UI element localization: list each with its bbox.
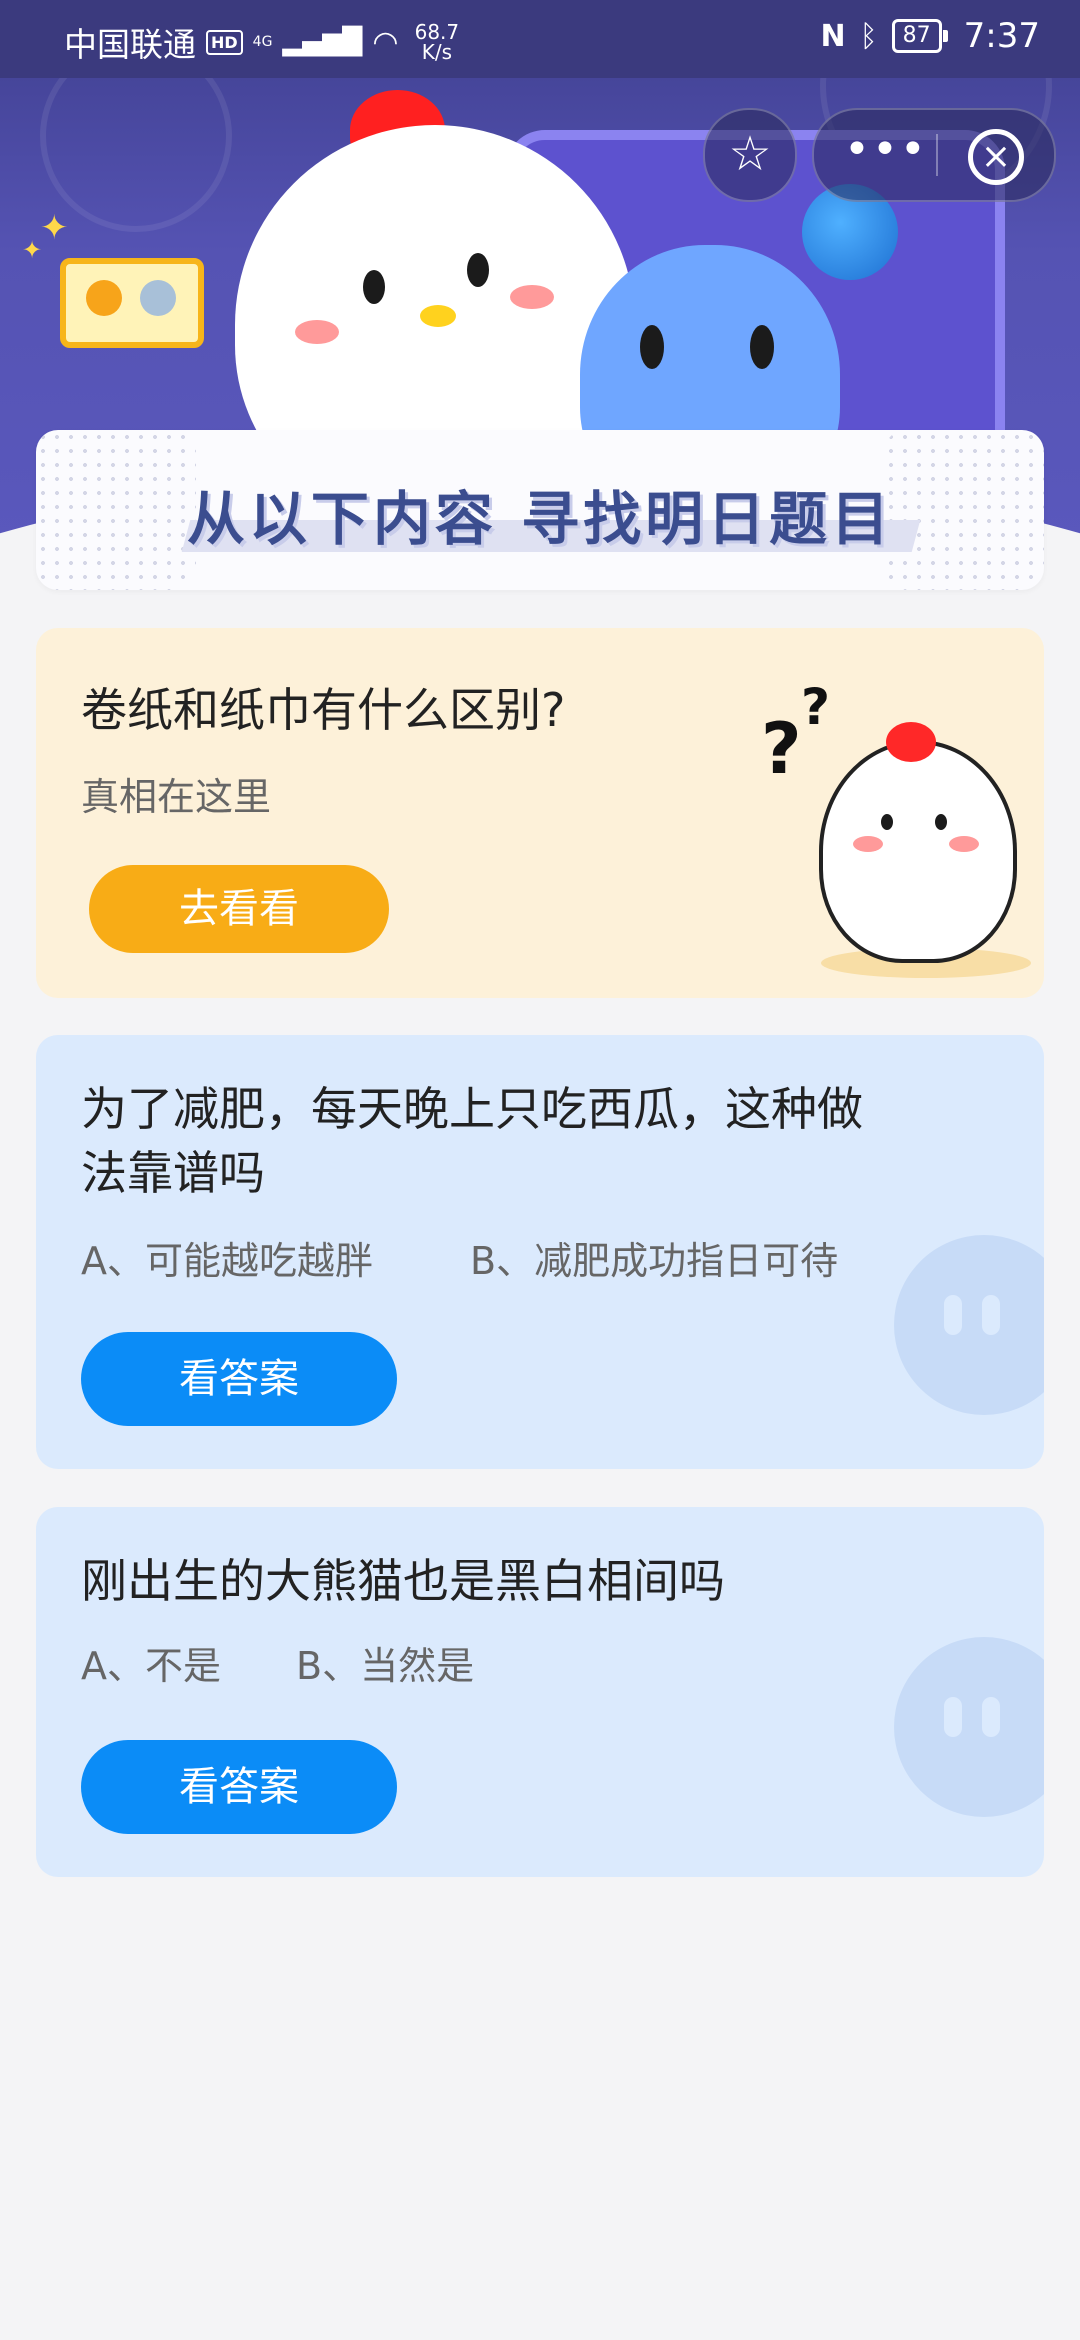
star-icon: ☆ — [728, 126, 772, 182]
chick-beak — [420, 305, 456, 327]
bubble-eye — [944, 1295, 962, 1335]
favorite-star-button[interactable]: ☆ — [703, 108, 797, 202]
sparkle-icon: ✦ — [22, 236, 43, 264]
more-icon: ••• — [844, 124, 928, 175]
chick-eye — [467, 253, 489, 287]
alien-eye — [750, 325, 774, 369]
network-type: 4G — [252, 34, 273, 50]
chick-eye — [363, 270, 385, 304]
silver-medal-icon — [140, 280, 176, 316]
battery-indicator: 87 — [891, 19, 948, 53]
chick-blush — [949, 836, 979, 852]
bubble-eye — [982, 1295, 1000, 1335]
quiz-card: 为了减肥，每天晚上只吃西瓜，这种做 法靠谱吗 A、可能越吃越胖 B、减肥成功指日… — [36, 1035, 1044, 1469]
confused-chick-illustration: ? ? — [761, 678, 1031, 978]
card-subtitle: 真相在这里 — [81, 775, 272, 819]
clock: 7:37 — [963, 16, 1040, 56]
more-options-button[interactable]: ••• — [844, 110, 926, 200]
signal-icon: ▂▄▆█ — [282, 27, 363, 57]
mini-program-capsule: ••• × — [812, 108, 1056, 202]
banner: 从以下内容 寻找明日题目 — [36, 430, 1044, 590]
gold-medal-icon — [86, 280, 122, 316]
question-marks: ? — [761, 708, 802, 790]
article-card[interactable]: 卷纸和纸巾有什么区别? 真相在这里 去看看 ? ? — [36, 628, 1044, 998]
quiz-option-a: A、不是 — [81, 1644, 221, 1688]
chat-bubble-decor-icon — [894, 1235, 1044, 1415]
chick-comb — [886, 722, 936, 762]
quiz-card: 刚出生的大熊猫也是黑白相间吗 A、不是 B、当然是 看答案 — [36, 1507, 1044, 1877]
go-see-button[interactable]: 去看看 — [89, 865, 389, 953]
banner-title: 从以下内容 寻找明日题目 — [186, 485, 894, 553]
bubble-eye — [944, 1697, 962, 1737]
view-answer-button[interactable]: 看答案 — [81, 1332, 397, 1426]
speed-unit: K/s — [421, 40, 453, 64]
quiz-question-line: 为了减肥，每天晚上只吃西瓜，这种做 — [81, 1082, 863, 1136]
card-question: 卷纸和纸巾有什么区别? — [81, 683, 566, 737]
bluetooth-icon: ᛒ — [859, 18, 878, 54]
view-answer-button[interactable]: 看答案 — [81, 1740, 397, 1834]
chick-blush — [510, 285, 554, 309]
bubble-eye — [982, 1697, 1000, 1737]
chick-eye — [881, 814, 893, 830]
quiz-question-line: 法靠谱吗 — [81, 1146, 265, 1200]
quiz-option-b: B、当然是 — [296, 1644, 475, 1688]
wifi-icon: ◠ — [372, 24, 399, 60]
chick-eye — [935, 814, 947, 830]
capsule-divider — [936, 134, 938, 176]
medal-frame-illustration — [60, 258, 204, 348]
quiz-question: 为了减肥，每天晚上只吃西瓜，这种做 法靠谱吗 — [81, 1077, 863, 1205]
chick-blush — [295, 320, 339, 344]
chat-bubble-decor-icon — [894, 1637, 1044, 1817]
network-speed: 68.7 K/s — [415, 22, 460, 62]
alien-eye — [640, 325, 664, 369]
hd-badge: HD — [206, 29, 243, 55]
nfc-icon: N — [820, 18, 846, 54]
quiz-option-a: A、可能越吃越胖 — [81, 1239, 373, 1283]
chick-body — [819, 740, 1017, 963]
status-bar: 中国联通 HD 4G ▂▄▆█ ◠ 68.7 K/s N ᛒ 87 7:37 — [0, 0, 1080, 78]
close-icon: × — [980, 136, 1012, 177]
sparkle-icon: ✦ — [40, 208, 69, 248]
question-marks: ? — [801, 678, 831, 736]
close-button[interactable]: × — [968, 129, 1024, 185]
quiz-question: 刚出生的大熊猫也是黑白相间吗 — [81, 1554, 725, 1608]
carrier-label: 中国联通 — [64, 25, 196, 64]
quiz-option-b: B、减肥成功指日可待 — [470, 1239, 839, 1283]
chick-blush — [853, 836, 883, 852]
